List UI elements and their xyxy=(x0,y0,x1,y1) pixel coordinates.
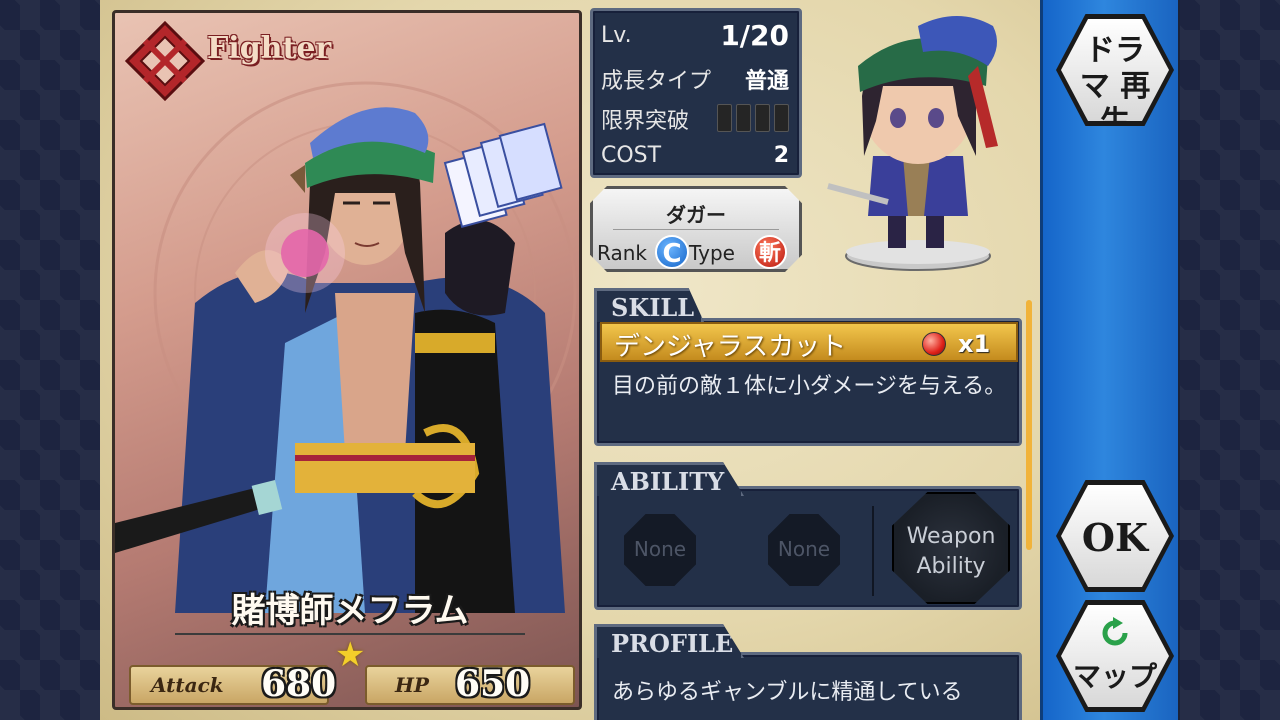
ability-slot-1-label: None xyxy=(633,537,687,561)
limit-slot xyxy=(774,104,789,132)
attack-value: 680 xyxy=(261,663,337,705)
stats-panel: Lv. 1/20 成長タイプ 普通 限界突破 COST 2 xyxy=(590,8,802,178)
growth-value: 普通 xyxy=(744,69,789,94)
character-card: Fighter 賭博師メフラム ★ Attack 680 HP 650 xyxy=(112,10,582,710)
ability-header: ABILITY xyxy=(594,462,744,496)
skill-header: SKILL xyxy=(594,288,704,322)
rank-label: Rank xyxy=(597,241,647,265)
cost-value: 2 xyxy=(773,143,789,168)
limit-label: 限界突破 xyxy=(601,109,690,134)
limit-break-gauge xyxy=(717,104,789,132)
hp-value: 650 xyxy=(455,663,531,705)
refresh-arrow-icon xyxy=(1102,617,1128,646)
level-row: Lv. 1/20 xyxy=(601,19,789,55)
growth-label: 成長タイプ xyxy=(601,69,712,94)
level-value: 1/20 xyxy=(720,19,789,52)
ok-button-label: OK xyxy=(1081,515,1149,560)
weapon-ability-slot[interactable]: Weapon Ability xyxy=(892,492,1010,604)
ability-slot-2-label: None xyxy=(777,537,831,561)
type-label: Type xyxy=(689,241,735,265)
cost-label: COST xyxy=(601,143,662,168)
limit-row: 限界突破 xyxy=(601,99,789,135)
character-name: 賭博師メフラム xyxy=(231,591,469,631)
weapon-name: ダガー xyxy=(666,203,726,227)
skill-orb-count: x1 xyxy=(958,330,991,358)
weapon-ability-label: Weapon Ability xyxy=(906,524,996,579)
limit-slot xyxy=(755,104,770,132)
type-badge: 斬 xyxy=(753,235,787,269)
hp-label: HP xyxy=(395,673,429,697)
skill-description: 目の前の敵１体に小ダメージを与える。 xyxy=(612,374,1007,399)
right-background-pattern xyxy=(1180,0,1280,720)
rank-badge: C xyxy=(655,235,689,269)
limit-slot xyxy=(717,104,732,132)
skill-name-bar[interactable]: デンジャラスカット x1 xyxy=(600,322,1018,362)
profile-header: PROFILE xyxy=(594,624,744,658)
rarity-star-icon: ★ xyxy=(335,635,366,675)
weapon-divider xyxy=(613,229,779,230)
attack-label: Attack xyxy=(151,673,224,697)
character-model xyxy=(827,16,998,271)
left-background-pattern xyxy=(0,0,100,720)
skill-name: デンジャラスカット xyxy=(614,332,847,362)
drama-button-face: ドラマ 再生 xyxy=(1061,19,1169,121)
cost-row: COST 2 xyxy=(601,139,789,175)
ability-divider xyxy=(872,506,874,596)
level-label: Lv. xyxy=(601,23,632,48)
map-button-face: マップ xyxy=(1061,605,1169,707)
weapon-panel: ダガー Rank C Type 斬 xyxy=(590,186,802,272)
ok-button-face: OK xyxy=(1061,485,1169,587)
map-button-label: マップ xyxy=(1072,660,1157,693)
red-orb-icon xyxy=(922,332,946,356)
limit-slot xyxy=(736,104,751,132)
growth-row: 成長タイプ 普通 xyxy=(601,59,789,95)
scrollbar[interactable] xyxy=(1026,300,1032,550)
profile-text: あらゆるギャンブルに精通している xyxy=(612,680,963,705)
character-portrait xyxy=(115,81,577,613)
